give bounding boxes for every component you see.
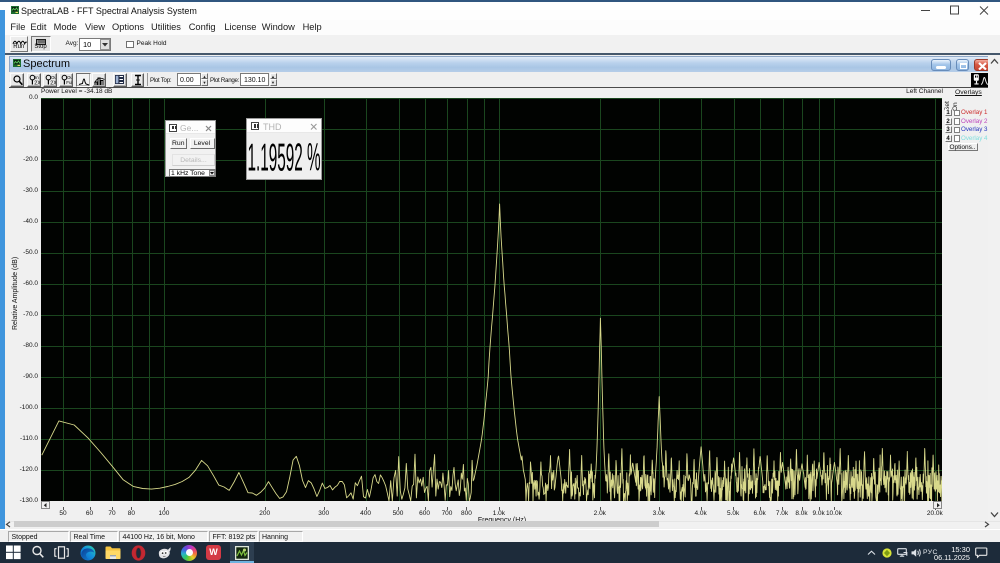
- svg-text:2X: 2X: [50, 81, 56, 87]
- svg-text:Out: Out: [67, 75, 72, 80]
- svg-text:2X: 2X: [34, 81, 40, 87]
- svg-text:In: In: [35, 75, 39, 80]
- svg-text:Out: Out: [51, 75, 56, 80]
- svg-text:1.19592 %: 1.19592 %: [247, 136, 320, 179]
- svg-text:Full: Full: [66, 80, 72, 85]
